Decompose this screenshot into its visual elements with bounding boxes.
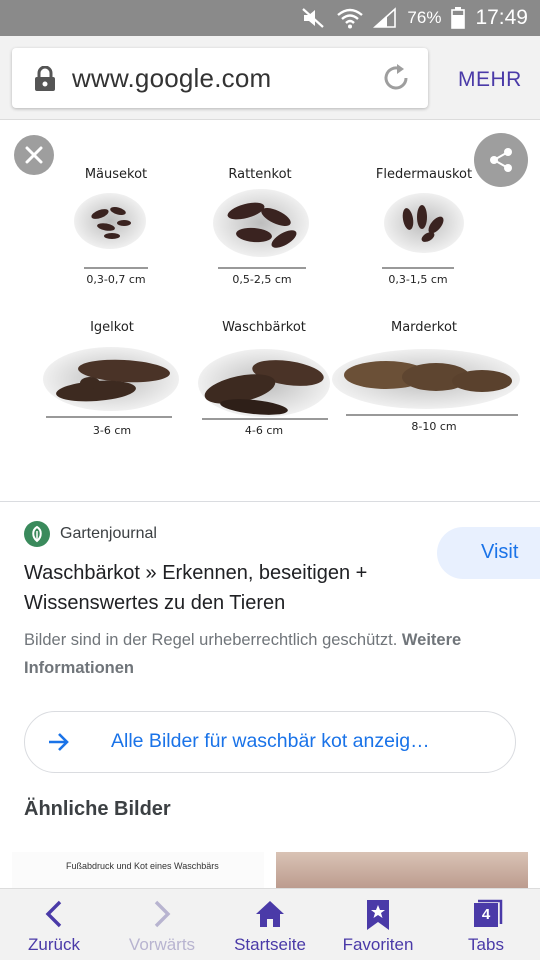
more-menu-button[interactable]: MEHR <box>458 68 522 92</box>
nav-home[interactable]: Startseite <box>216 889 324 960</box>
svg-text:4-6 cm: 4-6 cm <box>245 424 283 437</box>
status-icons: 76% 17:49 <box>301 0 528 36</box>
hedgehog-droppings: Igelkot 3-6 cm <box>43 320 179 437</box>
tab-count-badge: 4 <box>474 903 498 927</box>
url-text: www.google.com <box>72 63 272 93</box>
gartenjournal-logo-icon <box>24 521 50 547</box>
divider <box>0 501 540 502</box>
browser-toolbar: www.google.com MEHR <box>0 36 540 120</box>
wifi-icon <box>337 8 364 29</box>
similar-image-thumbnail[interactable] <box>276 852 528 892</box>
signal-icon <box>373 7 397 28</box>
nav-forward-label: Vorwärts <box>128 935 196 954</box>
all-images-label: Alle Bilder für waschbär kot anzeig… <box>111 730 430 752</box>
bottom-navigation: Zurück Vorwärts Startseite Favoriten 4 T… <box>0 888 540 960</box>
svg-text:Rattenkot: Rattenkot <box>228 167 291 182</box>
marten-droppings: Marderkot 8-10 cm <box>332 320 520 433</box>
source-name: Gartenjournal <box>60 525 157 542</box>
bookmark-star-icon <box>367 900 389 930</box>
home-icon <box>256 901 284 927</box>
similar-image-thumbnail[interactable]: Fußabdruck und Kot eines Waschbärs <box>12 852 264 892</box>
droppings-comparison-image: Mäusekot 0,3-0,7 cm Rattenkot 0,5-2,5 cm… <box>43 167 520 437</box>
battery-icon <box>451 7 466 29</box>
nav-forward[interactable]: Vorwärts <box>108 889 216 960</box>
address-bar[interactable]: www.google.com <box>12 48 428 108</box>
nav-home-label: Startseite <box>234 935 306 954</box>
result-title[interactable]: Waschbärkot » Erkennen, beseitigen + Wis… <box>24 558 444 618</box>
nav-tabs-label: Tabs <box>468 935 504 954</box>
reload-icon[interactable] <box>380 62 412 94</box>
copyright-text: Bilder sind in der Regel urheberrechtlic… <box>24 631 398 649</box>
svg-text:Waschbärkot: Waschbärkot <box>222 320 306 335</box>
battery-percent: 76% <box>407 8 442 27</box>
chevron-left-icon <box>45 900 62 928</box>
svg-text:Fledermauskot: Fledermauskot <box>376 167 472 182</box>
nav-favorites-label: Favoriten <box>342 935 414 954</box>
visit-label: Visit <box>481 541 519 563</box>
svg-text:8-10 cm: 8-10 cm <box>411 420 456 433</box>
rat-droppings: Rattenkot 0,5-2,5 cm <box>213 167 309 286</box>
svg-text:Igelkot: Igelkot <box>90 320 134 335</box>
copyright-notice: Bilder sind in der Regel urheberrechtlic… <box>24 626 524 682</box>
svg-text:3-6 cm: 3-6 cm <box>93 424 131 437</box>
mice-droppings: Mäusekot 0,3-0,7 cm <box>74 167 148 286</box>
svg-text:0,5-2,5 cm: 0,5-2,5 cm <box>232 273 291 286</box>
lock-icon <box>35 66 55 91</box>
share-icon <box>490 148 512 172</box>
image-viewer: Mäusekot 0,3-0,7 cm Rattenkot 0,5-2,5 cm… <box>0 121 540 501</box>
raccoon-droppings: Waschbärkot 4-6 cm <box>198 320 330 437</box>
bat-droppings: Fledermauskot 0,3-1,5 cm <box>376 167 472 286</box>
close-viewer-button[interactable] <box>14 135 54 175</box>
svg-text:Marderkot: Marderkot <box>391 320 457 335</box>
svg-text:Mäusekot: Mäusekot <box>85 167 147 182</box>
chevron-right-icon <box>154 900 171 928</box>
arrow-right-icon <box>49 733 69 751</box>
status-bar: 76% 17:49 <box>0 0 540 36</box>
clock: 17:49 <box>475 6 528 29</box>
nav-favorites[interactable]: Favoriten <box>324 889 432 960</box>
visit-button[interactable]: Visit <box>437 527 540 579</box>
share-button[interactable] <box>474 133 528 187</box>
all-images-button[interactable]: Alle Bilder für waschbär kot anzeig… <box>24 711 516 773</box>
close-icon <box>25 146 43 164</box>
nav-tabs[interactable]: 4 Tabs <box>432 889 540 960</box>
svg-text:0,3-1,5 cm: 0,3-1,5 cm <box>388 273 447 286</box>
thumbnail-caption: Fußabdruck und Kot eines Waschbärs <box>66 861 219 871</box>
nav-back-label: Zurück <box>28 935 80 954</box>
mute-icon <box>302 8 325 28</box>
similar-images-heading: Ähnliche Bilder <box>24 798 171 820</box>
nav-back[interactable]: Zurück <box>0 889 108 960</box>
svg-text:0,3-0,7 cm: 0,3-0,7 cm <box>86 273 145 286</box>
source-site[interactable]: Gartenjournal <box>24 521 157 547</box>
